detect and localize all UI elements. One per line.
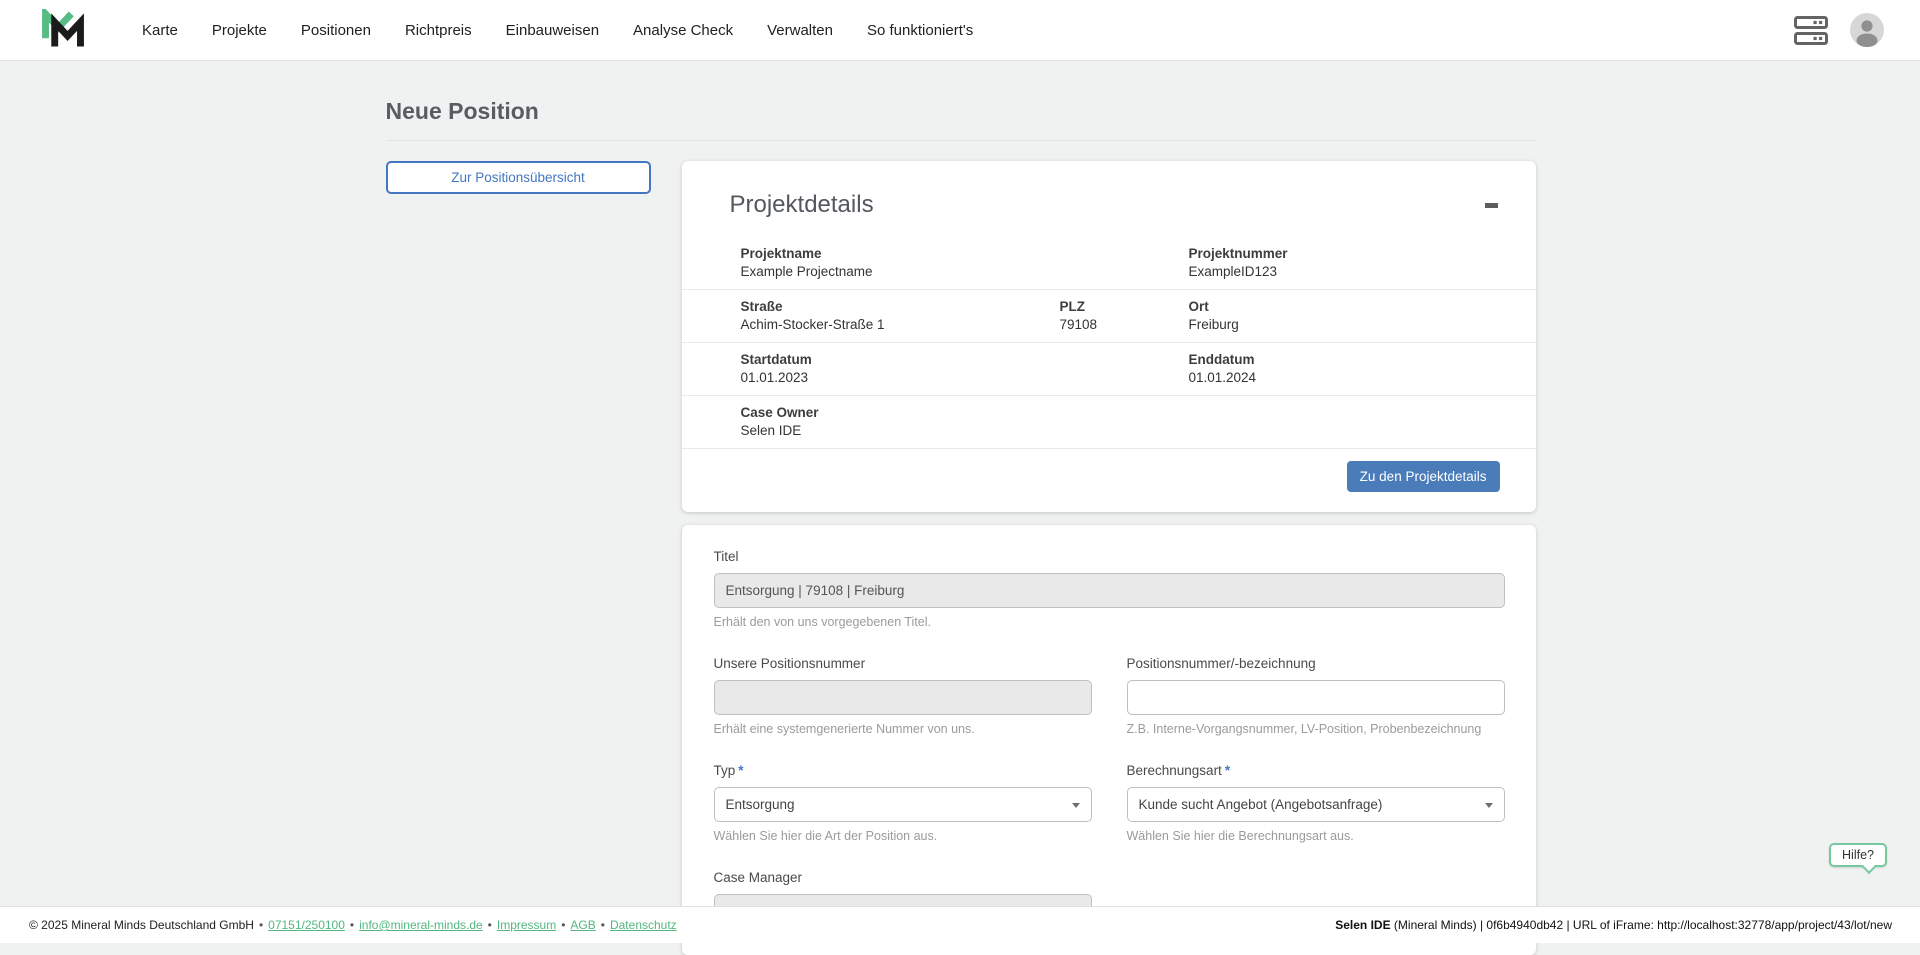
copyright-text: © 2025 Mineral Minds Deutschland GmbH xyxy=(29,918,254,932)
positionsnummer-group: Positionsnummer/-bezeichnung Z.B. Intern… xyxy=(1127,656,1505,736)
project-details-title: Projektdetails xyxy=(730,191,874,219)
footer-separator: • xyxy=(259,918,263,932)
table-row: Case Owner Selen IDE xyxy=(682,396,1536,449)
startdatum-label: Startdatum xyxy=(741,352,1189,367)
chevron-down-icon xyxy=(1072,803,1080,808)
footer-separator: • xyxy=(561,918,565,932)
strasse-value: Achim-Stocker-Straße 1 xyxy=(741,317,1060,332)
titel-label: Titel xyxy=(714,549,1505,564)
berechnungsart-group: Berechnungsart* Kunde sucht Angebot (Ang… xyxy=(1127,763,1505,843)
nav-item-einbauweisen[interactable]: Einbauweisen xyxy=(506,22,599,39)
case-owner-label: Case Owner xyxy=(741,405,1516,420)
ort-label: Ort xyxy=(1189,299,1516,314)
left-column: Zur Positionsübersicht xyxy=(386,161,651,194)
berechnungsart-select-value: Kunde sucht Angebot (Angebotsanfrage) xyxy=(1139,797,1383,812)
titel-group: Titel Erhält den von uns vorgegebenen Ti… xyxy=(714,549,1505,629)
ort-value: Freiburg xyxy=(1189,317,1516,332)
chevron-down-icon xyxy=(1485,803,1493,808)
agb-link[interactable]: AGB xyxy=(570,918,595,932)
session-info: Selen IDE (Mineral Minds) | 0f6b4940db42… xyxy=(1335,918,1892,932)
go-to-project-details-button[interactable]: Zu den Projektdetails xyxy=(1347,461,1500,492)
avatar-glyph xyxy=(1850,13,1884,47)
project-details-table: Projektname Example Projectname Projektn… xyxy=(682,237,1536,449)
new-position-form-card: Titel Erhält den von uns vorgegebenen Ti… xyxy=(682,525,1536,955)
unsere-positionsnummer-label: Unsere Positionsnummer xyxy=(714,656,1092,671)
mineral-minds-logo[interactable] xyxy=(40,8,86,52)
berechnungsart-label: Berechnungsart xyxy=(1127,763,1222,778)
email-link[interactable]: info@mineral-minds.de xyxy=(359,918,483,932)
positionsnummer-helper: Z.B. Interne-Vorgangsnummer, LV-Position… xyxy=(1127,722,1505,736)
table-row: Straße Achim-Stocker-Straße 1 PLZ 79108 … xyxy=(682,290,1536,343)
typ-helper: Wählen Sie hier die Art der Position aus… xyxy=(714,829,1092,843)
top-navigation-bar: Karte Projekte Positionen Richtpreis Ein… xyxy=(0,0,1920,61)
table-row: Startdatum 01.01.2023 Enddatum 01.01.202… xyxy=(682,343,1536,396)
footer-left: © 2025 Mineral Minds Deutschland GmbH • … xyxy=(29,918,677,932)
nav-item-richtpreis[interactable]: Richtpreis xyxy=(405,22,472,39)
footer-bar: © 2025 Mineral Minds Deutschland GmbH • … xyxy=(0,906,1920,943)
case-manager-label: Case Manager xyxy=(714,870,1092,885)
plz-label: PLZ xyxy=(1060,299,1189,314)
unsere-positionsnummer-input xyxy=(714,680,1092,715)
unsere-positionsnummer-group: Unsere Positionsnummer Erhält eine syste… xyxy=(714,656,1092,736)
projektnummer-value: ExampleID123 xyxy=(1189,264,1516,279)
startdatum-value: 01.01.2023 xyxy=(741,370,1189,385)
typ-group: Typ* Entsorgung Wählen Sie hier die Art … xyxy=(714,763,1092,843)
back-to-positions-button[interactable]: Zur Positionsübersicht xyxy=(386,161,651,194)
main-nav: Karte Projekte Positionen Richtpreis Ein… xyxy=(142,22,973,39)
nav-item-positionen[interactable]: Positionen xyxy=(301,22,371,39)
topbar-right-icons xyxy=(1794,13,1884,47)
positionsnummer-input[interactable] xyxy=(1127,680,1505,715)
footer-separator: • xyxy=(350,918,354,932)
server-rack-icon[interactable] xyxy=(1794,16,1828,45)
datenschutz-link[interactable]: Datenschutz xyxy=(610,918,677,932)
nav-item-analyse-check[interactable]: Analyse Check xyxy=(633,22,733,39)
user-avatar-icon[interactable] xyxy=(1850,13,1884,47)
titel-input xyxy=(714,573,1505,608)
typ-required-mark: * xyxy=(738,763,743,778)
session-user: Selen IDE xyxy=(1335,918,1390,932)
nav-item-so-funktionierts[interactable]: So funktioniert's xyxy=(867,22,973,39)
logo-icon xyxy=(40,9,86,51)
project-details-card: Projektdetails Projektname Example Proje… xyxy=(682,161,1536,512)
berechnungsart-required-mark: * xyxy=(1225,763,1230,778)
right-column: Projektdetails Projektname Example Proje… xyxy=(682,161,1536,955)
typ-select[interactable]: Entsorgung xyxy=(714,787,1092,822)
titel-helper: Erhält den von uns vorgegebenen Titel. xyxy=(714,615,1505,629)
impressum-link[interactable]: Impressum xyxy=(497,918,556,932)
table-row: Projektname Example Projectname Projektn… xyxy=(682,237,1536,290)
speech-bubble-tail xyxy=(1862,860,1876,874)
help-button[interactable]: Hilfe? xyxy=(1829,843,1887,867)
case-owner-value: Selen IDE xyxy=(741,423,1516,438)
projektnummer-label: Projektnummer xyxy=(1189,246,1516,261)
projektname-label: Projektname xyxy=(741,246,1189,261)
positionsnummer-label: Positionsnummer/-bezeichnung xyxy=(1127,656,1505,671)
enddatum-value: 01.01.2024 xyxy=(1189,370,1516,385)
main-content: Neue Position Zur Positionsübersicht Pro… xyxy=(386,98,1535,955)
page-title: Neue Position xyxy=(386,98,1535,141)
nav-item-projekte[interactable]: Projekte xyxy=(212,22,267,39)
footer-separator: • xyxy=(488,918,492,932)
footer-separator: • xyxy=(601,918,605,932)
plz-value: 79108 xyxy=(1060,317,1189,332)
nav-item-karte[interactable]: Karte xyxy=(142,22,178,39)
berechnungsart-select[interactable]: Kunde sucht Angebot (Angebotsanfrage) xyxy=(1127,787,1505,822)
projektname-value: Example Projectname xyxy=(741,264,1189,279)
berechnungsart-helper: Wählen Sie hier die Berechnungsart aus. xyxy=(1127,829,1505,843)
typ-select-value: Entsorgung xyxy=(726,797,795,812)
enddatum-label: Enddatum xyxy=(1189,352,1516,367)
unsere-positionsnummer-helper: Erhält eine systemgenerierte Nummer von … xyxy=(714,722,1092,736)
collapse-card-button[interactable] xyxy=(1485,203,1498,208)
session-details: (Mineral Minds) | 0f6b4940db42 | URL of … xyxy=(1391,918,1892,932)
server-rack-glyph xyxy=(1794,16,1828,45)
nav-item-verwalten[interactable]: Verwalten xyxy=(767,22,833,39)
phone-link[interactable]: 07151/250100 xyxy=(268,918,345,932)
strasse-label: Straße xyxy=(741,299,1060,314)
typ-label: Typ xyxy=(714,763,736,778)
